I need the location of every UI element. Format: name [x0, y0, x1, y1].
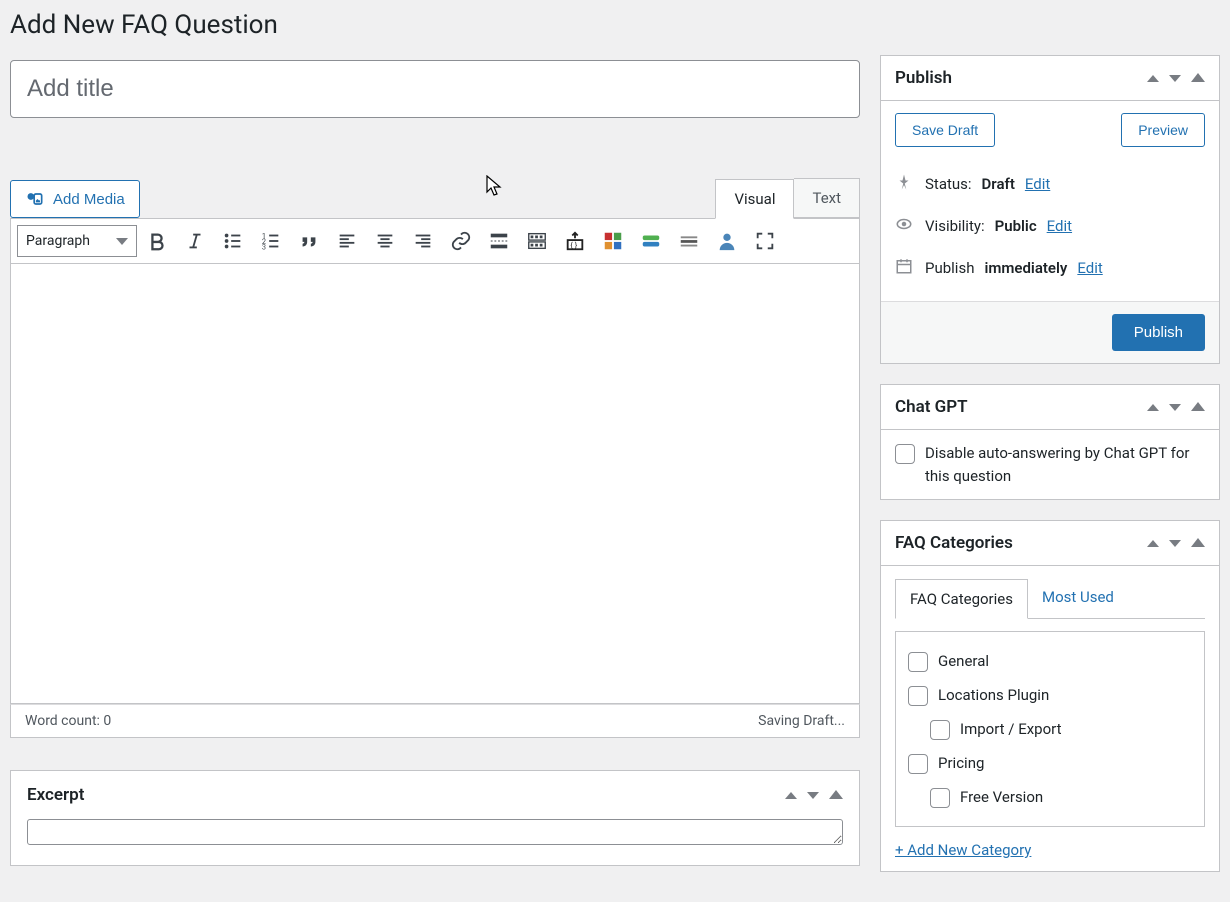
calendar-icon [895, 257, 915, 279]
blockquote-button[interactable] [291, 225, 327, 257]
tab-all-categories[interactable]: FAQ Categories [895, 579, 1028, 619]
columns-button[interactable] [633, 225, 669, 257]
category-label: General [938, 652, 989, 670]
toggle-panel-icon[interactable] [1191, 535, 1205, 551]
toggle-panel-icon[interactable] [1191, 70, 1205, 86]
publish-button[interactable]: Publish [1112, 314, 1205, 351]
visibility-label: Visibility: [925, 217, 985, 235]
status-label: Status: [925, 175, 972, 193]
hr-button[interactable] [671, 225, 707, 257]
toggle-panel-icon[interactable] [829, 787, 843, 803]
category-item: Pricing [908, 746, 1192, 780]
format-select-label: Paragraph [26, 233, 90, 249]
move-up-icon[interactable] [1147, 399, 1159, 415]
svg-text:{ }: { } [570, 240, 577, 249]
category-checkbox[interactable] [908, 652, 928, 672]
align-right-button[interactable] [405, 225, 441, 257]
category-label: Free Version [960, 788, 1043, 806]
category-item: General [908, 644, 1192, 678]
preview-button[interactable]: Preview [1121, 113, 1205, 147]
editor-content-area[interactable] [10, 264, 860, 704]
code-block-button[interactable]: { } [557, 225, 593, 257]
link-button[interactable] [443, 225, 479, 257]
tab-most-used[interactable]: Most Used [1028, 578, 1128, 618]
align-left-button[interactable] [329, 225, 365, 257]
bold-button[interactable] [139, 225, 175, 257]
move-up-icon[interactable] [785, 787, 797, 803]
category-checkbox[interactable] [908, 686, 928, 706]
schedule-label: Publish [925, 259, 974, 277]
chatgpt-panel-title: Chat GPT [895, 397, 968, 417]
visibility-value: Public [995, 217, 1037, 235]
fullscreen-button[interactable] [747, 225, 783, 257]
disable-chatgpt-label: Disable auto-answering by Chat GPT for t… [925, 442, 1205, 487]
tab-visual[interactable]: Visual [715, 179, 794, 219]
ol-button[interactable]: 123 [253, 225, 289, 257]
status-value: Draft [982, 175, 1015, 193]
svg-text:3: 3 [262, 242, 266, 251]
pin-icon [895, 173, 915, 195]
category-label: Pricing [938, 754, 984, 772]
ul-button[interactable] [215, 225, 251, 257]
align-center-button[interactable] [367, 225, 403, 257]
category-checkbox[interactable] [930, 788, 950, 808]
category-item: Locations Plugin [908, 678, 1192, 712]
add-media-button[interactable]: Add Media [10, 180, 140, 218]
italic-button[interactable] [177, 225, 213, 257]
move-up-icon[interactable] [1147, 535, 1159, 551]
publish-panel-title: Publish [895, 68, 952, 88]
category-checkbox[interactable] [930, 720, 950, 740]
chevron-down-icon [116, 238, 128, 245]
shortcodes-button[interactable] [595, 225, 631, 257]
categories-panel-title: FAQ Categories [895, 533, 1013, 553]
schedule-value: immediately [984, 259, 1067, 277]
move-down-icon[interactable] [1169, 535, 1181, 551]
save-draft-button[interactable]: Save Draft [895, 113, 995, 147]
add-media-label: Add Media [53, 191, 125, 208]
toolbar-toggle-button[interactable] [519, 225, 555, 257]
move-up-icon[interactable] [1147, 70, 1159, 86]
format-select[interactable]: Paragraph [17, 225, 137, 257]
category-item: Import / Export [908, 712, 1192, 746]
move-down-icon[interactable] [1169, 70, 1181, 86]
category-label: Locations Plugin [938, 686, 1049, 704]
add-category-link[interactable]: + Add New Category [895, 841, 1205, 859]
category-checkbox[interactable] [908, 754, 928, 774]
category-label: Import / Export [960, 720, 1062, 738]
editor-toolbar: Paragraph 123 { } [10, 218, 860, 264]
read-more-button[interactable] [481, 225, 517, 257]
word-count: Word count: 0 [25, 713, 111, 729]
disable-chatgpt-checkbox[interactable] [895, 444, 915, 464]
excerpt-textarea[interactable] [27, 819, 843, 845]
move-down-icon[interactable] [807, 787, 819, 803]
media-icon [25, 189, 45, 209]
edit-schedule-link[interactable]: Edit [1077, 259, 1102, 277]
tab-text[interactable]: Text [794, 178, 860, 218]
edit-visibility-link[interactable]: Edit [1047, 217, 1072, 235]
excerpt-title: Excerpt [27, 785, 84, 805]
page-heading: Add New FAQ Question [10, 10, 860, 40]
user-button[interactable] [709, 225, 745, 257]
visibility-icon [895, 215, 915, 237]
save-status: Saving Draft... [758, 713, 845, 729]
edit-status-link[interactable]: Edit [1025, 175, 1050, 193]
move-down-icon[interactable] [1169, 399, 1181, 415]
post-title-input[interactable] [10, 60, 860, 118]
toggle-panel-icon[interactable] [1191, 399, 1205, 415]
category-item: Free Version [908, 780, 1192, 814]
